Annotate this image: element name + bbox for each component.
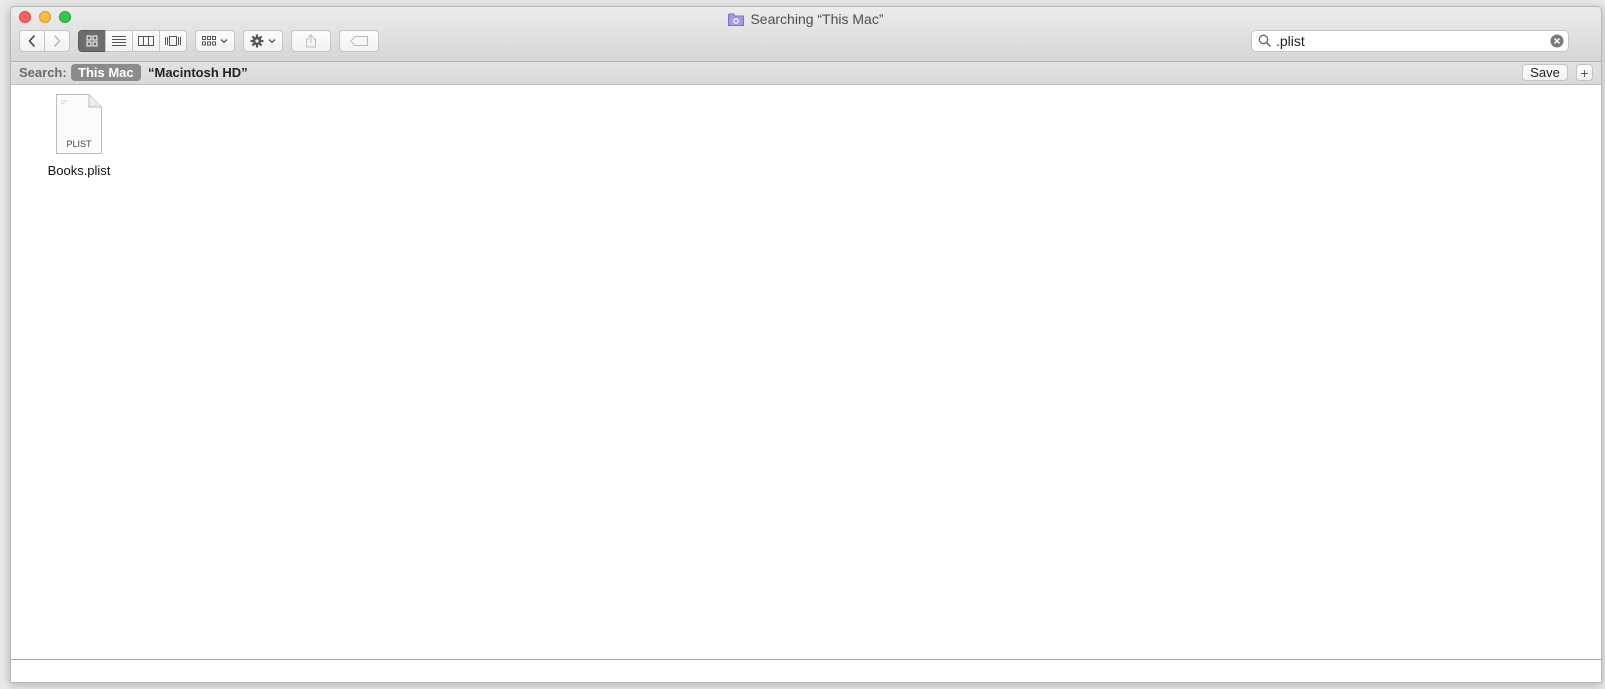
arrange-button[interactable] [195,30,235,52]
add-criteria-button[interactable]: + [1576,64,1593,81]
share-button[interactable] [291,30,331,52]
view-mode-group [78,30,187,52]
back-button[interactable] [19,30,45,52]
gear-icon [250,34,264,48]
search-icon [1258,34,1272,48]
chevron-down-icon [220,39,228,44]
tag-button[interactable] [339,30,379,52]
search-scope-label: Search: [19,65,67,80]
status-bar [11,659,1601,682]
scope-macintosh-hd[interactable]: “Macintosh HD” [148,65,248,80]
plist-file-icon: PLIST [55,93,103,155]
results-area: PLIST Books.plist [11,85,1601,643]
arrange-grid-icon [202,36,216,46]
list-view-icon [112,36,126,46]
file-name: Books.plist [47,163,111,178]
column-view-icon [138,36,154,46]
finder-window: Searching “This Mac” .plist Search: This… [10,6,1602,683]
cover-flow-icon [165,36,181,46]
chevron-left-icon [28,34,36,48]
save-search-button[interactable]: Save [1522,64,1568,81]
back-forward-group [19,30,70,52]
icon-view-button[interactable] [78,30,106,52]
forward-button[interactable] [44,30,70,52]
search-scope-bar: Search: This Mac “Macintosh HD” Save + [11,62,1601,85]
chevron-down-icon [268,39,276,44]
window-title-text: Searching “This Mac” [750,11,884,27]
scope-this-mac[interactable]: This Mac [71,64,141,81]
file-item[interactable]: PLIST Books.plist [37,93,121,178]
icon-view-icon [86,35,98,47]
file-type-label: PLIST [66,139,92,149]
tag-icon [350,36,368,46]
chevron-right-icon [53,34,61,48]
window-title: Searching “This Mac” [11,11,1601,27]
title-bar: Searching “This Mac” [11,7,1601,62]
search-input[interactable] [1272,33,1550,49]
search-field[interactable] [1251,30,1569,52]
toolbar [19,29,379,53]
share-icon [306,34,316,48]
list-view-button[interactable] [105,30,133,52]
clear-search-icon[interactable] [1550,34,1564,48]
smart-folder-icon [728,13,745,26]
action-button[interactable] [243,30,283,52]
column-view-button[interactable] [132,30,160,52]
cover-flow-button[interactable] [159,30,187,52]
